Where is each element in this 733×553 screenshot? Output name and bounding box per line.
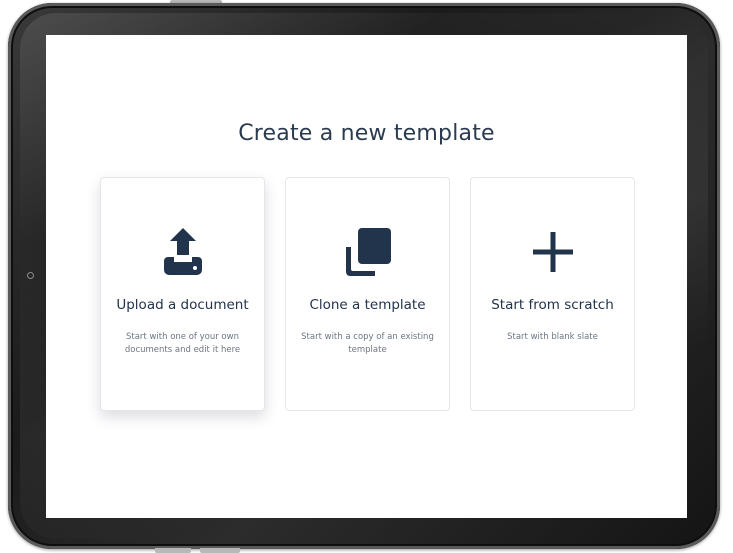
clone-icon xyxy=(286,224,449,280)
tablet-screen: Create a new template Upload a document … xyxy=(46,35,687,518)
camera-dot xyxy=(27,272,34,279)
card-title: Start from scratch xyxy=(491,297,614,313)
device-bottom-button xyxy=(155,548,191,553)
card-description: Start with one of your own documents and… xyxy=(124,332,241,355)
device-bottom-button xyxy=(200,548,240,553)
card-title: Clone a template xyxy=(309,297,426,313)
card-description: Start with blank slate xyxy=(507,332,598,342)
card-description: Start with a copy of an existing templat… xyxy=(301,332,434,355)
start-from-scratch-card[interactable]: Start from scratch Start with blank slat… xyxy=(470,177,635,411)
page-title: Create a new template xyxy=(238,121,495,146)
card-title: Upload a document xyxy=(116,297,249,313)
upload-document-card[interactable]: Upload a document Start with one of your… xyxy=(100,177,265,411)
plus-icon xyxy=(471,224,634,280)
clone-template-card[interactable]: Clone a template Start with a copy of an… xyxy=(285,177,450,411)
device-mockup: Create a new template Upload a document … xyxy=(0,0,733,553)
upload-icon xyxy=(101,224,264,280)
